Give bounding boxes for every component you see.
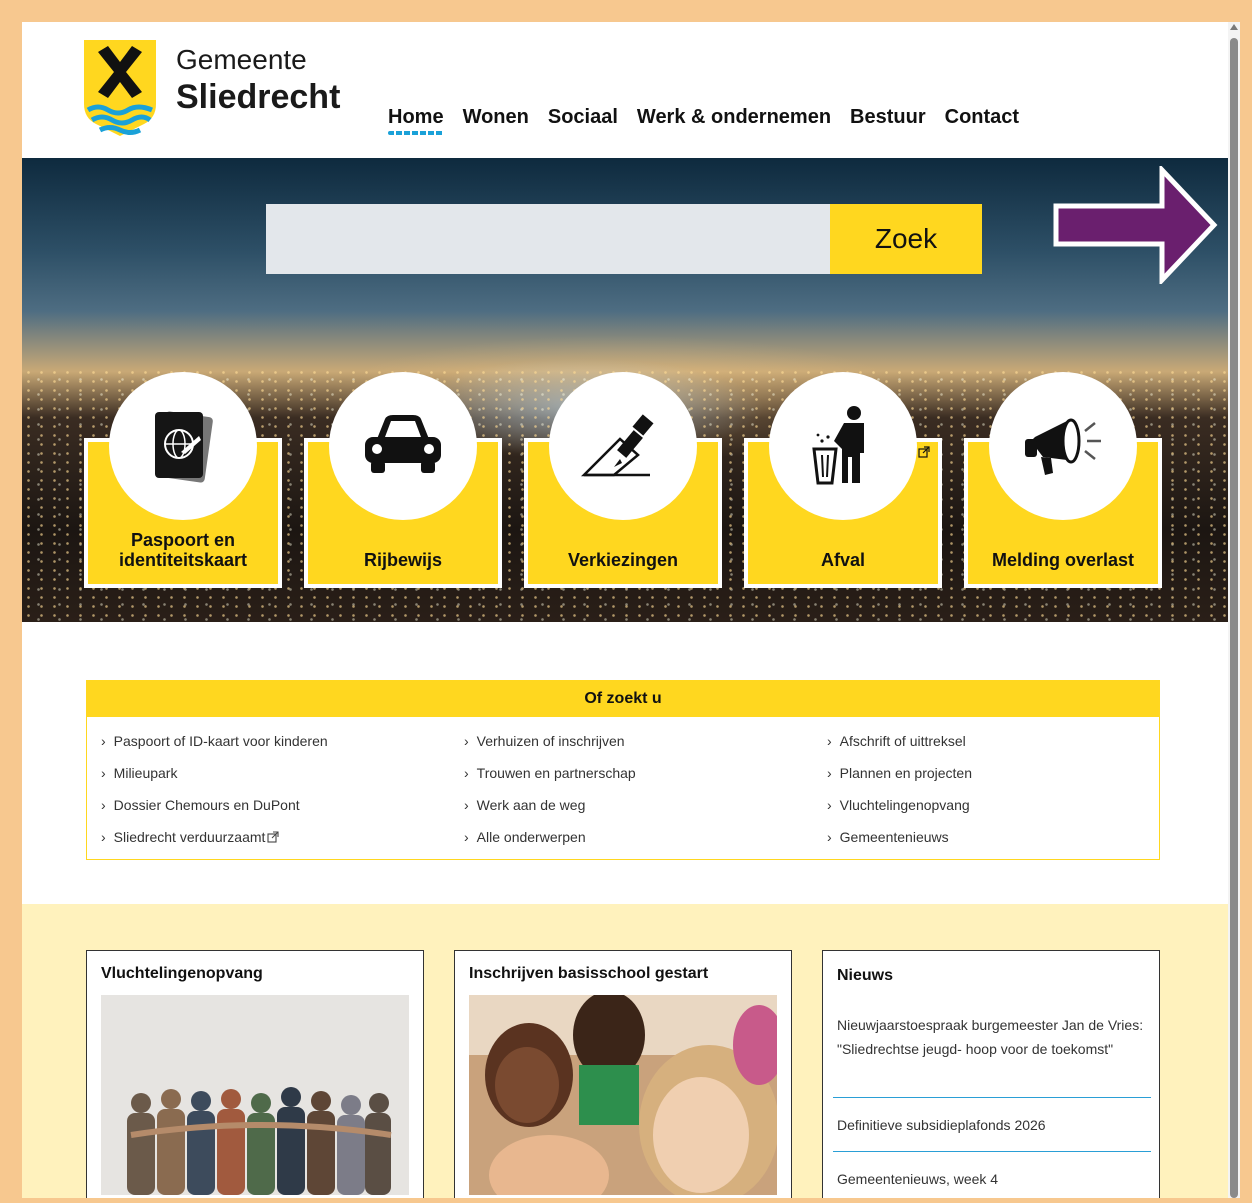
- municipality-logo[interactable]: [84, 40, 156, 140]
- tile-melding-overlast[interactable]: Melding overlast: [964, 372, 1162, 588]
- chevron-right-icon: ›: [464, 829, 469, 845]
- chevron-right-icon: ›: [827, 829, 832, 845]
- nav-werk-ondernemen[interactable]: Werk & ondernemen: [637, 106, 831, 129]
- quick-link[interactable]: › Dossier Chemours en DuPont: [101, 795, 464, 815]
- nav-contact[interactable]: Contact: [945, 106, 1019, 129]
- quick-link[interactable]: › Afschrift of uittreksel: [827, 731, 1161, 751]
- tile-rijbewijs[interactable]: Rijbewijs: [304, 372, 502, 588]
- feature-card-basisschool[interactable]: Inschrijven basisschool gestart: [454, 950, 792, 1198]
- tile-circle: [989, 372, 1137, 520]
- tile-label: Rijbewijs: [363, 550, 443, 570]
- tile-label: Afval: [820, 550, 865, 570]
- quick-links: › Paspoort of ID-kaart voor kinderen › Ver…: [101, 731, 1161, 847]
- news-item[interactable]: Definitieve subsidieplafonds 2026: [837, 1113, 1151, 1137]
- news-item[interactable]: Gemeentenieuws, week 4: [837, 1167, 1151, 1191]
- featured-section: Vluchtelingenopvang Inschrijven basissch…: [22, 904, 1228, 1198]
- nav-wonen[interactable]: Wonen: [463, 106, 529, 129]
- hero-banner: Zoek Paspoort en identiteitskaart Rijbew…: [22, 158, 1228, 622]
- brand-line1: Gemeente: [176, 44, 307, 75]
- news-card: Nieuws Nieuwjaarstoespraak burgemeester …: [822, 950, 1160, 1198]
- divider: [833, 1151, 1151, 1152]
- chevron-right-icon: ›: [101, 797, 106, 813]
- tile-label: Paspoort en identiteitskaart: [118, 530, 248, 570]
- nav-bestuur[interactable]: Bestuur: [850, 106, 926, 129]
- tile-label: Melding overlast: [991, 550, 1135, 570]
- vertical-scrollbar[interactable]: [1228, 22, 1240, 1198]
- brand-line2: Sliedrecht: [176, 78, 341, 116]
- card-title: Vluchtelingenopvang: [101, 965, 263, 982]
- right-arrow-icon: [1053, 166, 1218, 284]
- nav-home[interactable]: Home: [388, 106, 444, 135]
- tile-afval[interactable]: Afval: [744, 372, 942, 588]
- quick-link[interactable]: › Gemeentenieuws: [827, 827, 1161, 847]
- megaphone-icon: [1025, 418, 1101, 475]
- tile-label: Verkiezingen: [567, 550, 679, 570]
- external-link-icon: [918, 446, 930, 458]
- news-item[interactable]: Nieuwjaarstoespraak burgemeester Jan de …: [837, 1013, 1151, 1061]
- chevron-right-icon: ›: [827, 797, 832, 813]
- quick-link[interactable]: › Plannen en projecten: [827, 763, 1161, 783]
- chevron-right-icon: ›: [101, 765, 106, 781]
- scroll-up-icon[interactable]: [1230, 24, 1238, 30]
- chevron-right-icon: ›: [101, 733, 106, 749]
- of-zoekt-u-panel: Of zoekt u › Paspoort of ID-kaart voor ki…: [86, 680, 1160, 860]
- waste-bin-icon: [812, 406, 864, 485]
- chevron-right-icon: ›: [464, 797, 469, 813]
- chevron-right-icon: ›: [464, 765, 469, 781]
- feature-card-vluchtelingenopvang[interactable]: Vluchtelingenopvang: [86, 950, 424, 1198]
- scrollbar-thumb[interactable]: [1230, 38, 1238, 1198]
- card-title: Inschrijven basisschool gestart: [469, 965, 709, 982]
- passport-icon: [155, 411, 213, 483]
- card-image: [469, 995, 777, 1195]
- nav-sociaal[interactable]: Sociaal: [548, 106, 618, 129]
- card-image: [101, 995, 409, 1195]
- news-title: Nieuws: [837, 967, 894, 984]
- chevron-right-icon: ›: [101, 829, 106, 845]
- main-navigation: Home Wonen Sociaal Werk & ondernemen Bes…: [388, 106, 1019, 135]
- divider: [833, 1097, 1151, 1098]
- car-icon: [365, 415, 441, 473]
- tile-paspoort[interactable]: Paspoort en identiteitskaart: [84, 372, 282, 588]
- ballot-icon: [580, 414, 654, 477]
- external-link-icon: [267, 831, 279, 843]
- quick-link[interactable]: › Alle onderwerpen: [464, 827, 827, 847]
- quick-link[interactable]: › Sliedrecht verduurzaamt: [101, 827, 464, 847]
- chevron-right-icon: ›: [464, 733, 469, 749]
- tile-circle: [109, 372, 257, 520]
- search-button[interactable]: Zoek: [830, 204, 982, 274]
- search-input[interactable]: [266, 204, 830, 274]
- quick-link[interactable]: › Paspoort of ID-kaart voor kinderen: [101, 731, 464, 751]
- tile-circle: [329, 372, 477, 520]
- tile-circle: [549, 372, 697, 520]
- quick-link[interactable]: › Verhuizen of inschrijven: [464, 731, 827, 751]
- quick-link[interactable]: › Milieupark: [101, 763, 464, 783]
- quick-link[interactable]: › Trouwen en partnerschap: [464, 763, 827, 783]
- tile-circle: [769, 372, 917, 520]
- chevron-right-icon: ›: [827, 733, 832, 749]
- panel-title: Of zoekt u: [87, 681, 1159, 717]
- chevron-right-icon: ›: [827, 765, 832, 781]
- browser-viewport: Gemeente Sliedrecht Home Wonen Sociaal W…: [22, 22, 1228, 1198]
- tile-verkiezingen[interactable]: Verkiezingen: [524, 372, 722, 588]
- quick-link[interactable]: › Vluchtelingenopvang: [827, 795, 1161, 815]
- quick-link[interactable]: › Werk aan de weg: [464, 795, 827, 815]
